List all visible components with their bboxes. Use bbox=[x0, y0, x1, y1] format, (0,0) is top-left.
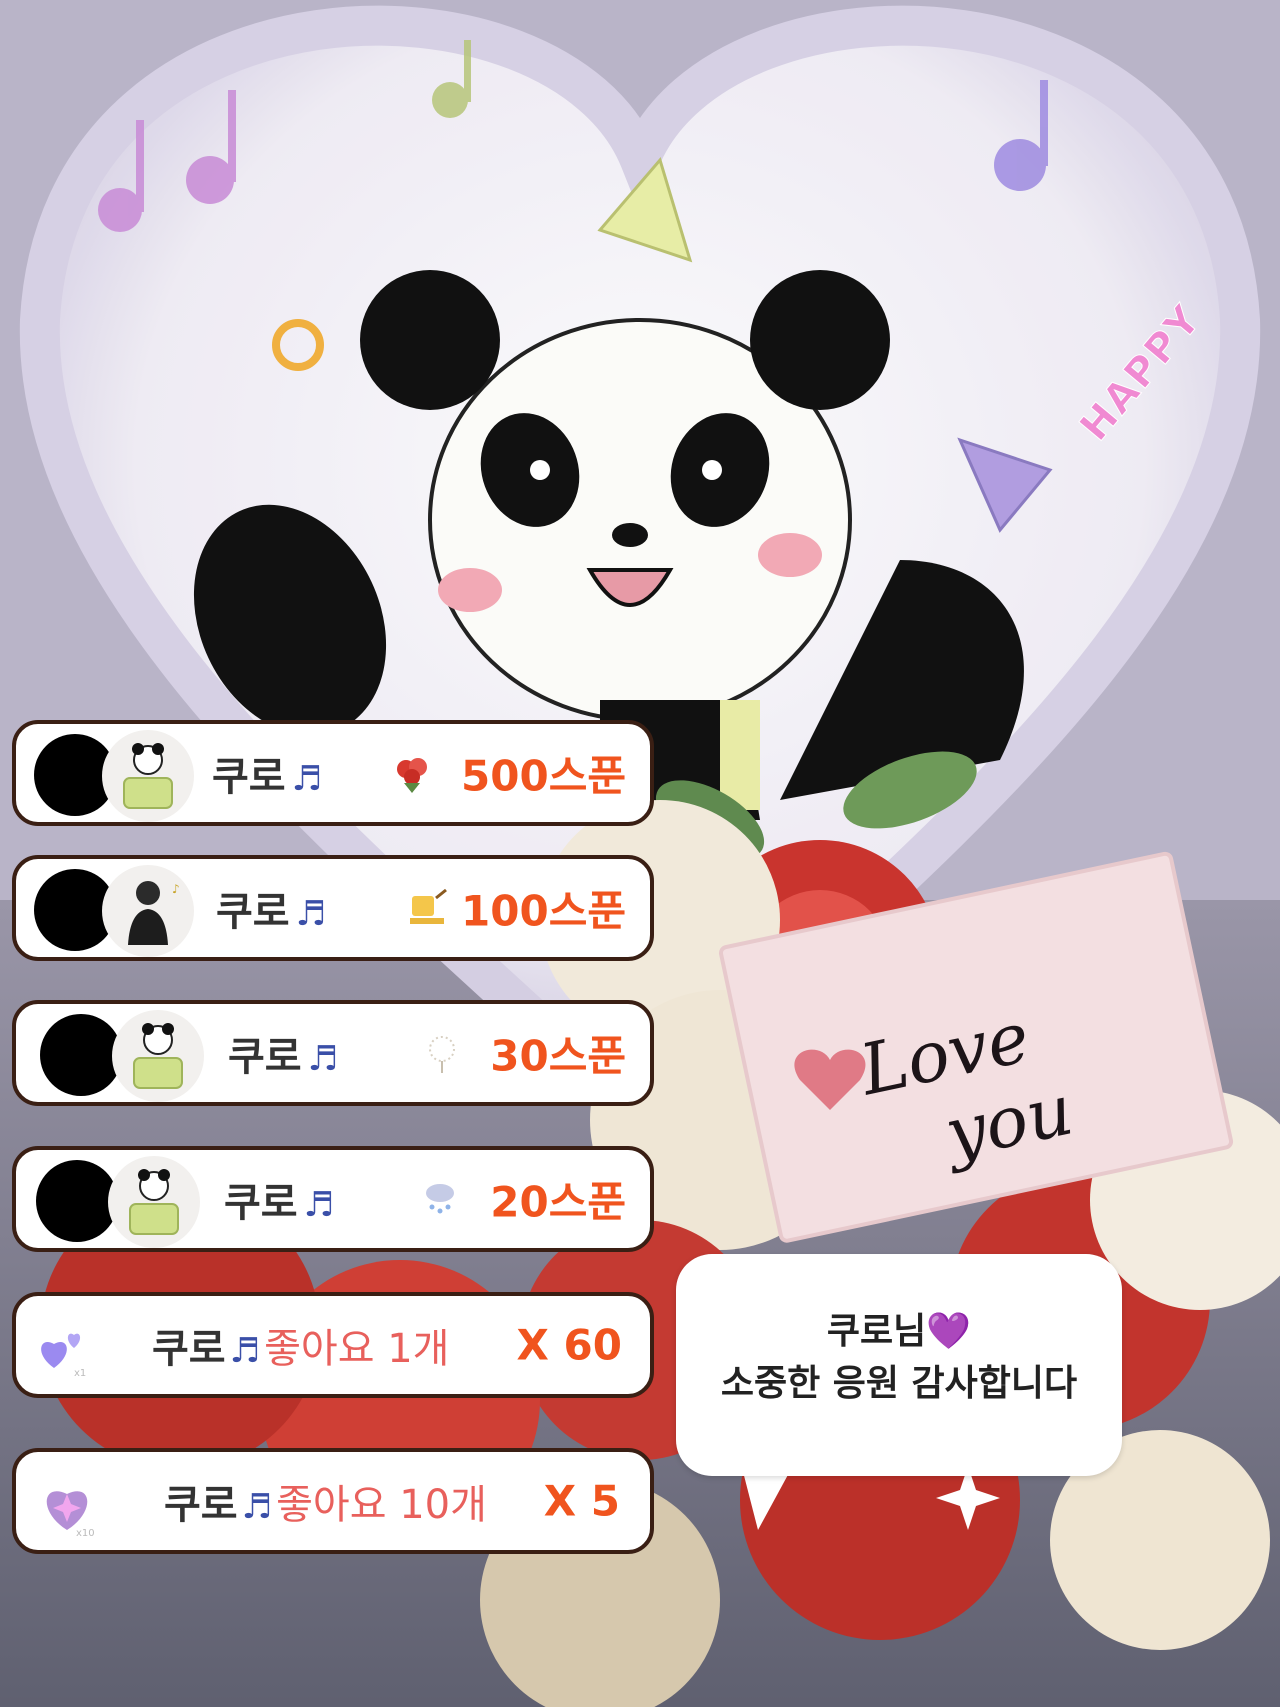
bubble-line-2: 소중한 응원 감사합니다 bbox=[720, 1363, 1078, 1404]
nickname: 쿠로 ♬ bbox=[224, 1180, 335, 1226]
like-multiplier: X 60 bbox=[516, 1320, 622, 1370]
rain-cloud-icon bbox=[426, 1184, 454, 1214]
dandelion-icon bbox=[429, 1036, 455, 1073]
spoon-amount: 100스푼 bbox=[461, 886, 626, 936]
music-note-icon: ♬ bbox=[229, 1331, 261, 1371]
gift-row[interactable]: 쿠로 ♬ 20스푼 bbox=[12, 1146, 654, 1252]
like-label: 쿠로 ♬ 좋아요 10개 bbox=[164, 1482, 487, 1528]
svg-text:x1: x1 bbox=[74, 1368, 86, 1378]
nickname: 쿠로 ♬ bbox=[228, 1034, 339, 1080]
music-note-icon: ♬ bbox=[295, 894, 327, 934]
like-row[interactable]: x10 쿠로 ♬ 좋아요 10개 X 5 bbox=[12, 1448, 654, 1554]
nickname: 쿠로 ♬ bbox=[212, 754, 323, 800]
nickname: 쿠로 ♬ bbox=[216, 889, 327, 935]
rose-bouquet-icon bbox=[397, 758, 427, 793]
music-note-icon: ♬ bbox=[291, 759, 323, 799]
avatar bbox=[102, 730, 194, 822]
like-row[interactable]: x1 쿠로 ♬ 좋아요 1개 X 60 bbox=[12, 1292, 654, 1398]
svg-text:x10: x10 bbox=[76, 1528, 95, 1538]
sparkle-heart-icon: x10 bbox=[46, 1491, 95, 1538]
gift-sticker-icon bbox=[410, 888, 447, 924]
svg-text:♪: ♪ bbox=[172, 882, 180, 896]
music-note-icon: ♬ bbox=[241, 1487, 273, 1527]
gift-row[interactable]: 쿠로 ♬ 30스푼 bbox=[12, 1000, 654, 1106]
bubble-line-1: 쿠로님💜 bbox=[826, 1311, 972, 1352]
avatar: ♪ bbox=[102, 865, 194, 957]
redacted-avatar bbox=[36, 1160, 118, 1242]
redacted-avatar bbox=[40, 1014, 122, 1096]
spoon-amount: 30스푼 bbox=[490, 1031, 626, 1081]
panda-cake-avatar-icon bbox=[133, 1023, 183, 1089]
thank-you-speech-bubble: 쿠로님💜 소중한 응원 감사합니다 bbox=[676, 1254, 1122, 1476]
spoon-amount: 500스푼 bbox=[461, 751, 626, 801]
like-label: 쿠로 ♬ 좋아요 1개 bbox=[152, 1326, 450, 1372]
panda-cake-avatar-icon bbox=[123, 743, 173, 809]
panda-cake-avatar-icon bbox=[129, 1169, 179, 1235]
avatar bbox=[108, 1156, 200, 1248]
like-multiplier: X 5 bbox=[543, 1476, 620, 1526]
person-avatar-icon: ♪ bbox=[128, 881, 180, 945]
music-note-icon: ♬ bbox=[303, 1185, 335, 1225]
gift-row[interactable]: ♪ 쿠로 ♬ 100스푼 bbox=[12, 855, 654, 961]
avatar bbox=[112, 1010, 204, 1102]
gift-row[interactable]: 쿠로 ♬ 500스푼 bbox=[12, 720, 654, 826]
music-note-icon: ♬ bbox=[307, 1039, 339, 1079]
purple-hearts-icon: x1 bbox=[41, 1333, 86, 1378]
spoon-amount: 20스푼 bbox=[490, 1177, 626, 1227]
